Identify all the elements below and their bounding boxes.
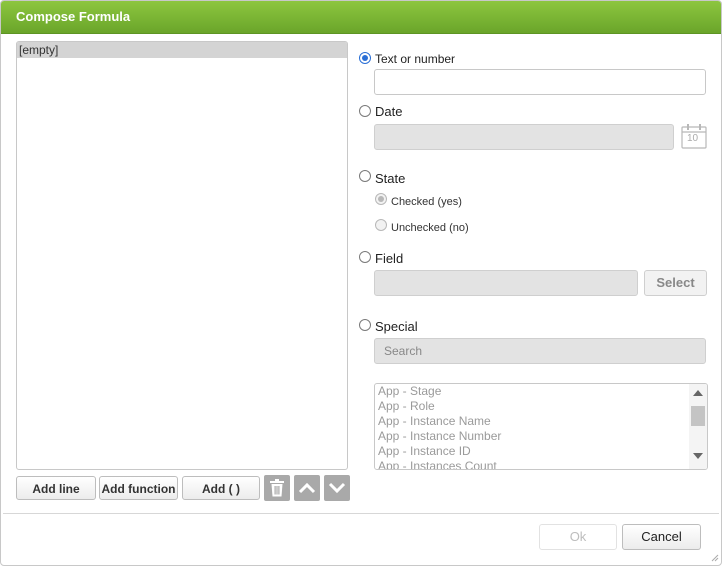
special-search-input[interactable]: Search: [374, 338, 706, 364]
cancel-button[interactable]: Cancel: [622, 524, 701, 550]
scrollbar-thumb[interactable]: [691, 406, 705, 426]
add-function-button[interactable]: Add function: [99, 476, 178, 500]
special-items-list[interactable]: App - Stage App - Role App - Instance Na…: [374, 383, 708, 470]
move-up-button[interactable]: [294, 475, 320, 501]
field-select-button[interactable]: Select: [644, 270, 707, 296]
list-item[interactable]: App - Instance Name: [375, 414, 707, 429]
resize-grip-icon[interactable]: [709, 552, 719, 562]
state-unchecked-label: Unchecked (no): [391, 222, 469, 234]
calendar-day: 10: [687, 133, 699, 144]
date-radio[interactable]: [359, 105, 371, 117]
move-down-button[interactable]: [324, 475, 350, 501]
field-input: [374, 270, 638, 296]
add-parentheses-button[interactable]: Add ( ): [182, 476, 260, 500]
state-checked-label: Checked (yes): [391, 196, 462, 208]
date-input: [374, 124, 674, 150]
state-unchecked-radio[interactable]: [375, 219, 387, 231]
dialog-title: Compose Formula: [16, 9, 131, 24]
list-item[interactable]: App - Instance Number: [375, 429, 707, 444]
field-label: Field: [375, 251, 404, 266]
chevron-up-icon: [298, 482, 316, 494]
state-label: State: [375, 171, 406, 186]
list-item[interactable]: App - Instance ID: [375, 444, 707, 459]
state-checked-radio[interactable]: [375, 193, 387, 205]
list-item[interactable]: App - Stage: [375, 384, 707, 399]
scroll-up-icon: [693, 390, 703, 396]
field-radio[interactable]: [359, 251, 371, 263]
list-scrollbar[interactable]: [689, 384, 707, 469]
scroll-down-icon: [693, 453, 703, 459]
text-or-number-radio[interactable]: [359, 52, 371, 64]
date-label: Date: [375, 104, 403, 119]
dialog-titlebar: Compose Formula: [1, 1, 721, 34]
compose-formula-dialog: Compose Formula [empty] Add line Add fun…: [0, 0, 722, 566]
state-radio[interactable]: [359, 170, 371, 182]
special-radio[interactable]: [359, 319, 371, 331]
text-or-number-input[interactable]: [374, 69, 706, 95]
special-label: Special: [375, 319, 418, 334]
chevron-down-icon: [328, 482, 346, 494]
list-item[interactable]: App - Role: [375, 399, 707, 414]
add-line-button[interactable]: Add line: [16, 476, 96, 500]
formula-line-item[interactable]: [empty]: [17, 42, 347, 58]
delete-line-button[interactable]: [264, 475, 290, 501]
trash-icon: [270, 479, 284, 497]
footer-divider: [3, 513, 719, 514]
list-item[interactable]: App - Instances Count: [375, 459, 707, 469]
formula-lines-list[interactable]: [empty]: [16, 41, 348, 470]
text-or-number-label: Text or number: [375, 52, 456, 66]
date-picker-button[interactable]: 10: [680, 122, 708, 150]
ok-button[interactable]: Ok: [539, 524, 617, 550]
